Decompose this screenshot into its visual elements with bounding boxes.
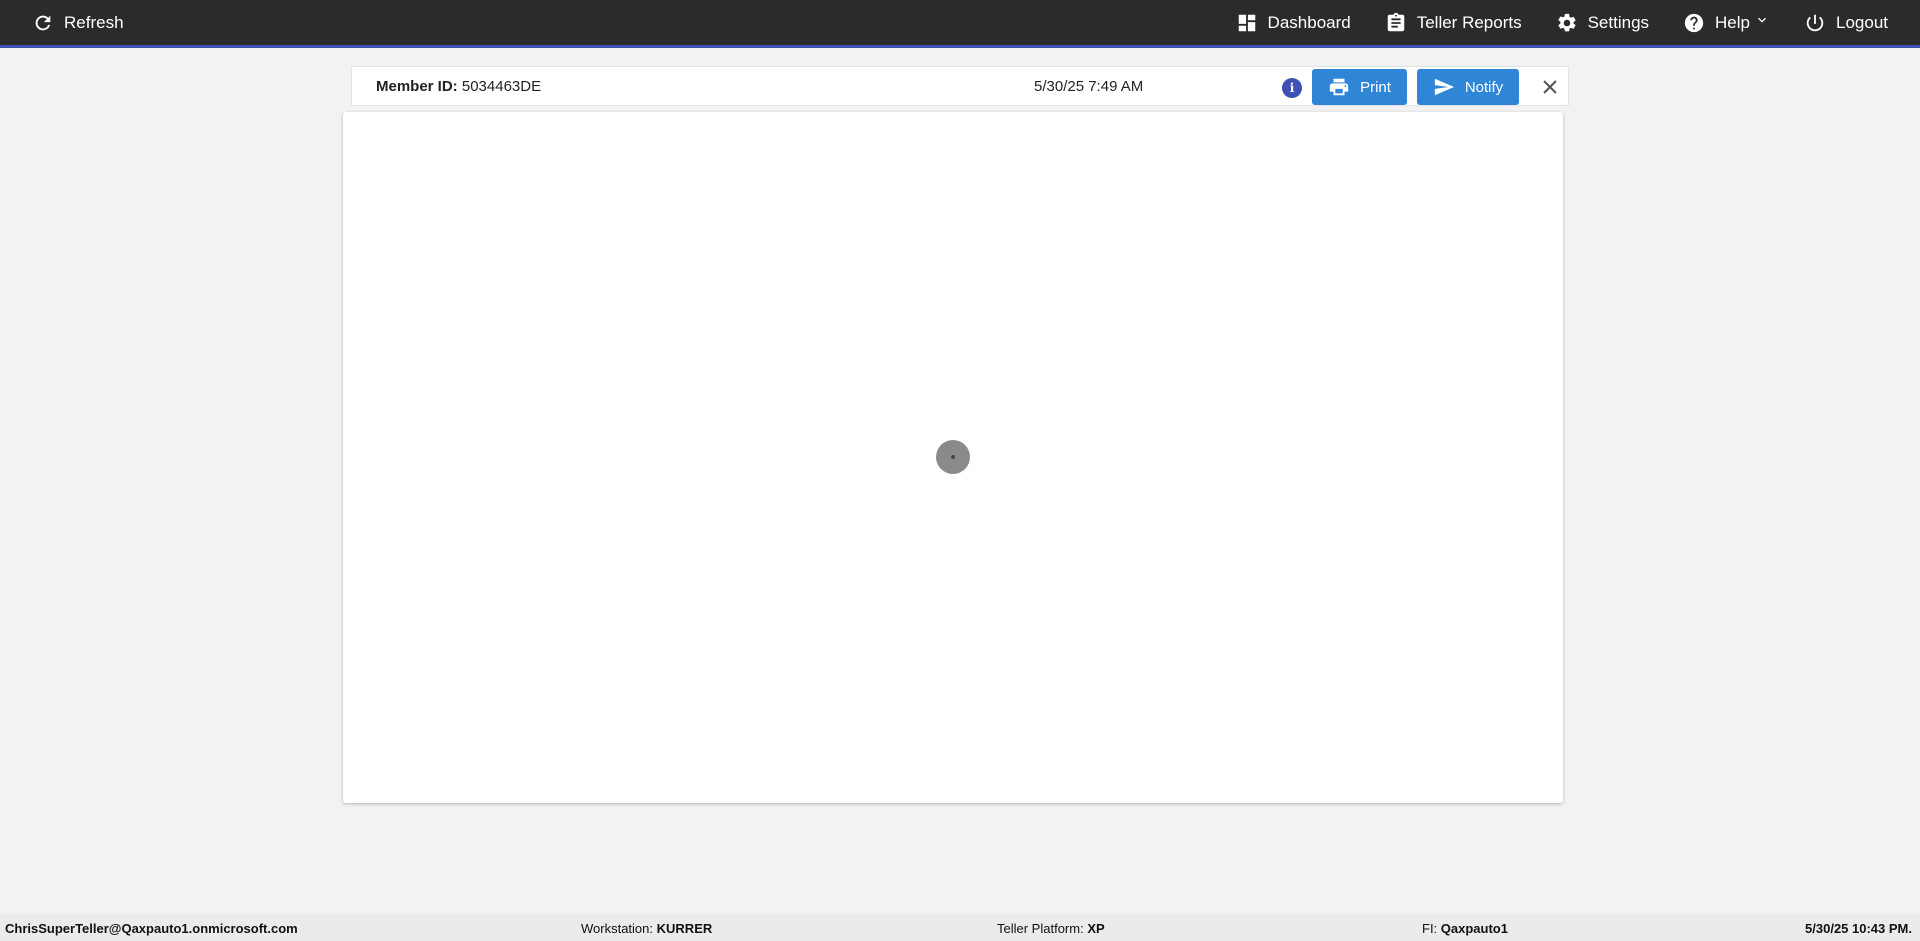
refresh-button[interactable]: Refresh <box>32 0 124 45</box>
teller-reports-link[interactable]: Teller Reports <box>1385 0 1522 45</box>
member-datetime: 5/30/25 7:49 AM <box>1034 77 1144 95</box>
workstation-label: Workstation: <box>581 921 654 936</box>
status-footer: ChrisSuperTeller@Qaxpauto1.onmicrosoft.c… <box>0 914 1920 941</box>
help-menu[interactable]: Help <box>1683 0 1770 45</box>
help-icon <box>1684 13 1704 32</box>
dashboard-label: Dashboard <box>1267 12 1351 32</box>
footer-teller-platform: Teller Platform: XP <box>997 921 1105 936</box>
notify-button[interactable]: Notify <box>1417 69 1519 105</box>
power-icon <box>1806 14 1824 31</box>
footer-fi: FI: Qaxpauto1 <box>1422 921 1508 936</box>
dashboard-link[interactable]: Dashboard <box>1236 0 1351 45</box>
loading-spinner <box>936 440 970 474</box>
member-id: Member ID: 5034463DE <box>376 78 541 95</box>
info-icon[interactable]: i <box>1282 78 1302 98</box>
settings-label: Settings <box>1587 12 1650 32</box>
printer-icon <box>1329 78 1349 96</box>
loading-progress-bar <box>0 45 1920 48</box>
content-panel <box>343 112 1563 803</box>
dashboard-icon <box>1238 14 1255 31</box>
refresh-icon <box>35 15 51 30</box>
teller-platform-value: XP <box>1087 921 1105 936</box>
top-navigation-bar: Refresh Dashboard Teller Reports Setting… <box>0 0 1920 45</box>
teller-reports-label: Teller Reports <box>1416 12 1522 32</box>
fi-value: Qaxpauto1 <box>1440 921 1508 936</box>
notify-label: Notify <box>1464 78 1504 96</box>
help-label: Help <box>1715 12 1750 32</box>
teller-platform-label: Teller Platform: <box>997 921 1084 936</box>
logout-label: Logout <box>1836 12 1888 32</box>
member-header: Member ID: 5034463DE 5/30/25 7:49 AM i P… <box>351 66 1569 106</box>
close-icon[interactable] <box>1540 77 1560 97</box>
gear-icon <box>1558 13 1576 31</box>
send-icon <box>1434 78 1454 96</box>
workstation-value: KURRER <box>656 921 713 936</box>
member-id-label: Member ID: <box>376 77 458 95</box>
top-nav-links: Dashboard Teller Reports Settings Help L… <box>1202 0 1888 45</box>
footer-user: ChrisSuperTeller@Qaxpauto1.onmicrosoft.c… <box>5 921 298 936</box>
fi-label: FI: <box>1422 921 1438 936</box>
settings-link[interactable]: Settings <box>1556 0 1649 45</box>
logout-button[interactable]: Logout <box>1804 0 1888 45</box>
print-label: Print <box>1360 78 1391 96</box>
refresh-label: Refresh <box>64 12 124 32</box>
member-id-value: 5034463DE <box>461 77 542 95</box>
chevron-down-icon <box>1758 12 1770 33</box>
footer-timestamp: 5/30/25 10:43 PM. <box>1805 921 1912 936</box>
print-button[interactable]: Print <box>1312 69 1407 105</box>
footer-workstation: Workstation: KURRER <box>581 921 712 936</box>
clipboard-icon <box>1387 12 1404 31</box>
